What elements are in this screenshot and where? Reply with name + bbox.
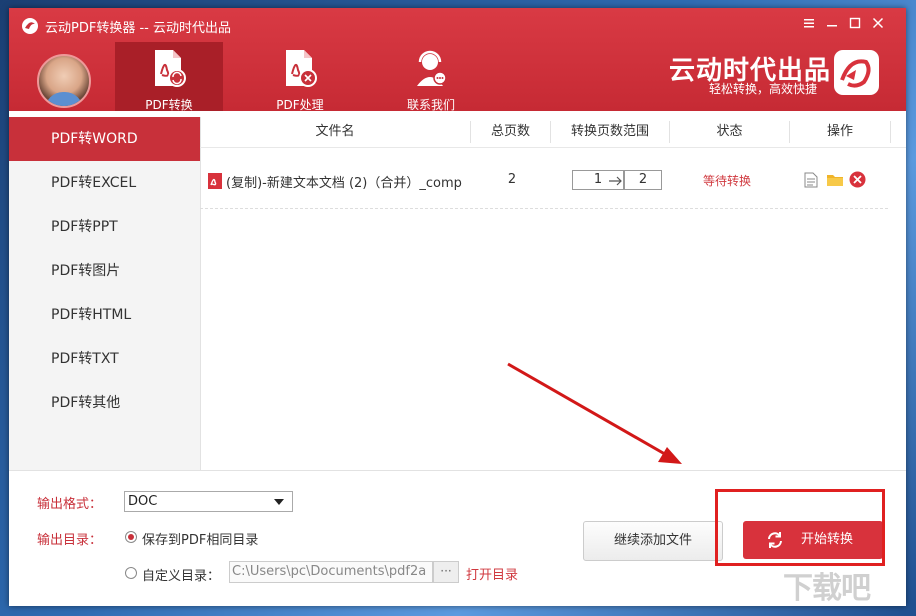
watermark-logo: 下载吧 xyxy=(783,571,871,606)
annotation-highlight-box xyxy=(715,489,885,566)
